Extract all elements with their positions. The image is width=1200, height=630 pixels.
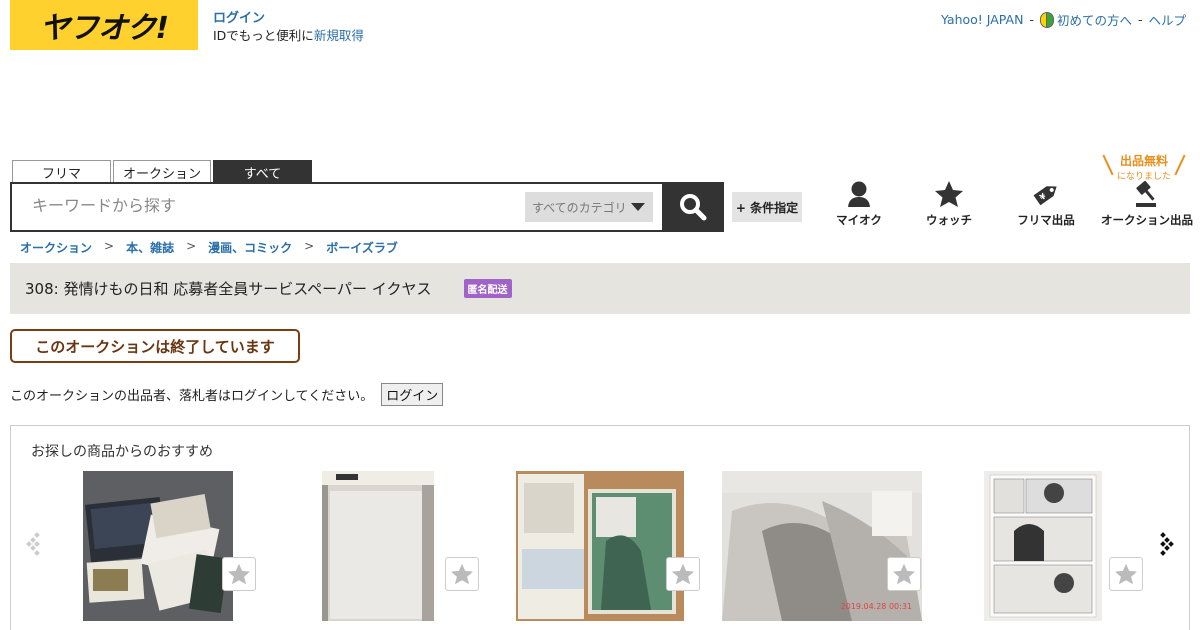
star-icon [935,181,963,207]
item-title: 308: 発情けもの日和 応募者全員サービスペーパー イクヤス [25,280,432,298]
nav-auction-sell[interactable]: オークション出品 [1098,180,1196,228]
top-sep-1: - [1029,12,1034,27]
dropdown-triangle-icon [630,203,645,211]
carousel-next-icon[interactable] [1155,531,1175,557]
recommend-section: お探しの商品からのおすすめ 2019.04.28 00:31 [10,425,1190,630]
carousel-prev-icon[interactable] [25,531,45,557]
breadcrumb-sep: > [304,239,315,253]
nav-flea-sell-label: フリマ出品 [1017,213,1075,227]
header-nav: マイオク ウォッチ ¥ フリマ出品 オークション出品 [820,180,1200,230]
tab-all[interactable]: すべて [213,160,312,183]
tab-flea[interactable]: フリマ [12,160,111,183]
watch-star-button[interactable] [1109,557,1143,591]
product-photo [322,471,434,621]
login-sub: IDでもっと便利に新規取得 [213,27,364,44]
breadcrumb-item[interactable]: 本、雑誌 [126,239,174,256]
top-links: Yahoo! JAPAN - 初めての方へ - ヘルプ [941,10,1186,29]
breadcrumb-sep: > [104,239,115,253]
nav-myauc[interactable]: マイオク [824,180,894,228]
product-photo [722,471,922,621]
condition-button[interactable]: + 条件指定 [732,192,802,222]
photo-timestamp: 2019.04.28 00:31 [840,602,912,611]
item-title-bar: 308: 発情けもの日和 応募者全員サービスペーパー イクヤス 匿名配送 [10,263,1190,314]
category-select[interactable]: すべてのカテゴリ [525,192,653,222]
yahoo-japan-link[interactable]: Yahoo! JAPAN [941,12,1023,27]
price-tag-icon: ¥ [1033,186,1057,206]
recommend-title: お探しの商品からのおすすめ [31,444,213,460]
nav-watch[interactable]: ウォッチ [914,180,984,228]
breadcrumb-item[interactable]: ボーイズラブ [326,239,398,256]
free-badge-main: 出品無料 [1119,154,1168,168]
search-input[interactable] [32,196,512,215]
breadcrumb-item[interactable]: オークション [20,239,92,256]
login-message-row: このオークションの出品者、落札者はログインしてください。 ログイン [10,383,444,406]
star-icon [672,563,694,585]
register-link[interactable]: 新規取得 [314,28,364,43]
login-link[interactable]: ログイン [213,10,364,27]
breadcrumb-item[interactable]: 漫画、コミック [208,239,292,256]
watch-star-button[interactable] [887,557,921,591]
login-message: このオークションの出品者、落札者はログインしてください。 [10,389,374,404]
gavel-icon [1136,180,1156,207]
search-icon [680,194,707,221]
product-thumbnail[interactable]: 2019.04.28 00:31 [722,471,922,621]
auction-ended-notice: このオークションは終了しています [10,329,300,363]
nav-flea-sell[interactable]: ¥ フリマ出品 [1008,180,1084,228]
breadcrumb-sep: > [186,239,197,253]
beginner-link[interactable]: 初めての方へ [1057,10,1132,29]
anonymous-shipping-badge: 匿名配送 [463,279,512,298]
beginner-mark-icon [1039,12,1054,28]
nav-myauc-label: マイオク [836,213,882,227]
product-thumbnail[interactable] [984,471,1102,621]
search-tabs: フリマ オークション すべて [12,160,312,183]
watch-star-button[interactable] [666,557,700,591]
search-button[interactable] [662,182,724,232]
login-button[interactable]: ログイン [381,383,444,406]
product-thumbnail[interactable] [516,471,684,621]
help-link[interactable]: ヘルプ [1148,10,1186,29]
watch-star-button[interactable] [222,557,256,591]
person-icon [848,181,870,207]
tab-auction[interactable]: オークション [113,160,211,183]
login-box: ログイン IDでもっと便利に新規取得 [213,10,364,44]
logo-text: ヤフオク! [39,11,169,46]
star-icon [228,563,250,585]
top-sep-2: - [1137,12,1143,27]
yahuoku-logo[interactable]: ヤフオク! [10,0,198,50]
category-label: すべてのカテゴリ [532,200,627,215]
star-icon [451,563,473,585]
nav-auction-sell-label: オークション出品 [1101,213,1193,227]
login-sub-text: IDでもっと便利に [213,28,314,43]
watch-star-button[interactable] [445,557,479,591]
product-photo [516,471,684,621]
product-thumbnail[interactable] [322,471,434,621]
nav-watch-label: ウォッチ [926,213,972,227]
product-photo [83,471,233,621]
search-box: すべてのカテゴリ [10,182,664,232]
star-icon [1115,563,1137,585]
free-listing-badge: 出品無料 になりました [1103,152,1185,182]
star-icon [893,563,915,585]
product-photo [984,471,1102,621]
breadcrumb: オークション > 本、雑誌 > 漫画、コミック > ボーイズラブ [20,239,398,256]
product-thumbnail[interactable] [83,471,233,621]
